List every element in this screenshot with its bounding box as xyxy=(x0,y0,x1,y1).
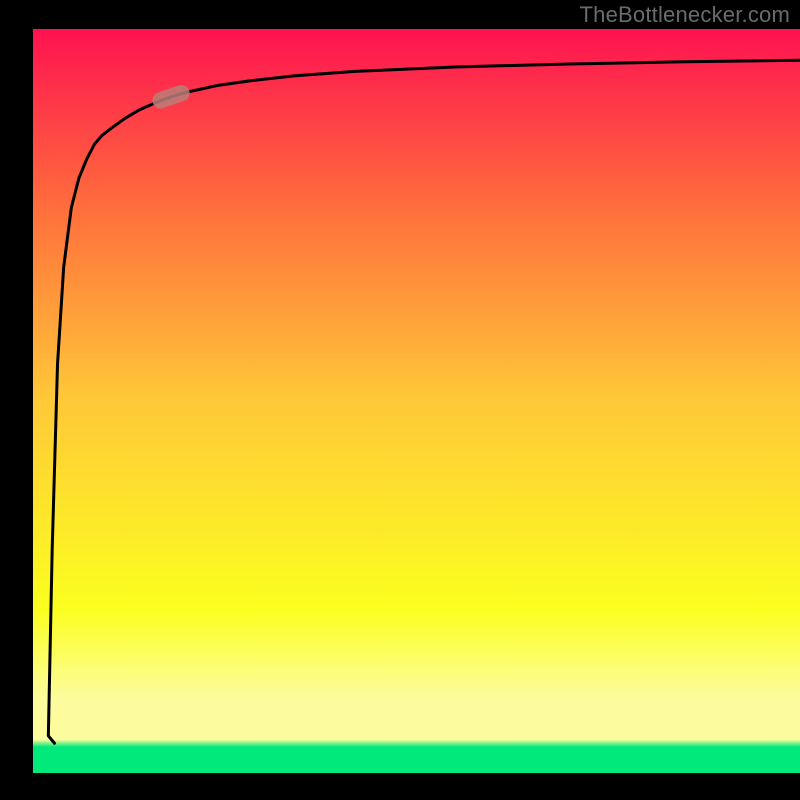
chart-svg xyxy=(0,0,800,800)
chart-container: TheBottlenecker.com xyxy=(0,0,800,800)
attribution-label: TheBottlenecker.com xyxy=(580,2,790,28)
gradient-background xyxy=(33,29,800,773)
